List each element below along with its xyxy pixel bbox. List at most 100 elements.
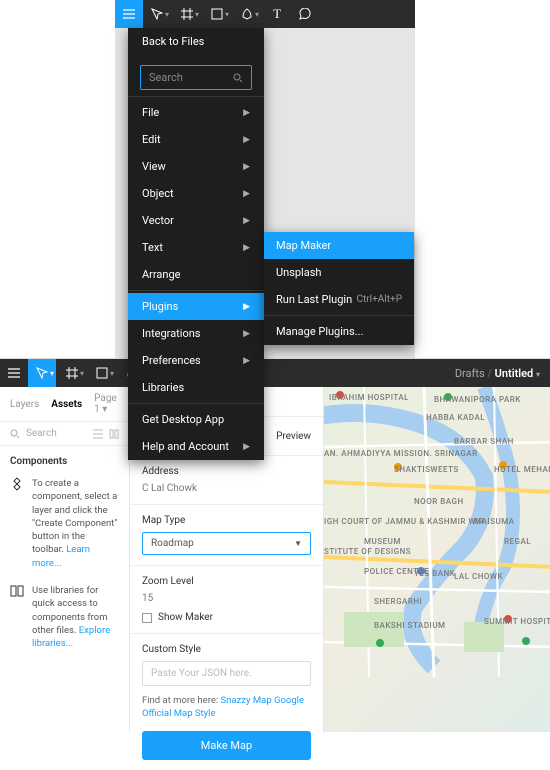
components-heading: Components <box>10 456 119 467</box>
map-preview[interactable]: Ibrahim Hospital Bhawanipora Park HABBA KA… <box>324 387 550 732</box>
menu-object[interactable]: Object▶ <box>128 180 264 207</box>
menu-item-label: Edit <box>142 133 161 146</box>
menu-item-label: View <box>142 160 166 173</box>
chevron-down-icon: ▾ <box>165 10 169 19</box>
menu-edit[interactable]: Edit ▶ <box>128 126 264 153</box>
map-label: BARBAR SHAH <box>454 437 514 446</box>
menu-get-desktop-app[interactable]: Get Desktop App <box>128 406 264 433</box>
menu-view[interactable]: View ▶ <box>128 153 264 180</box>
list-view-icon[interactable] <box>93 429 103 439</box>
map-label: stitute Of Designs <box>324 547 411 556</box>
chevron-right-icon: ▶ <box>243 442 250 452</box>
search-placeholder: Search <box>26 428 57 439</box>
address-label: Address <box>142 466 311 477</box>
menu-search-placeholder: Search <box>149 71 183 84</box>
tab-assets[interactable]: Assets <box>51 399 82 410</box>
main-body: Layers Assets Page 1 ▾ Search Components <box>0 387 550 732</box>
assets-search[interactable]: Search <box>0 422 129 446</box>
components-help-1: To create a component, select a layer an… <box>10 477 119 570</box>
custom-style-label: Custom Style <box>142 644 311 655</box>
menu-text[interactable]: Text ▶ <box>128 234 264 261</box>
shortcut-label: Ctrl+Alt+P <box>357 294 402 305</box>
make-map-button[interactable]: Make Map <box>142 731 311 760</box>
menu-plugins[interactable]: Plugins ▶ <box>128 293 264 320</box>
breadcrumb[interactable]: Drafts / Untitled ▾ <box>455 367 550 380</box>
map-label: NOOR BAGH <box>414 497 464 506</box>
menu-search[interactable]: Search <box>140 65 252 90</box>
tab-layers[interactable]: Layers <box>10 399 39 410</box>
top-screenshot: ▾ ▾ ▾ ▾ T Back to Files Search File▶Edit… <box>0 0 550 358</box>
submenu-item-label: Map Maker <box>276 239 331 252</box>
map-label: LAL CHOWK <box>454 572 503 581</box>
chevron-right-icon: ▶ <box>243 216 250 226</box>
submenu-manage-plugins[interactable]: Manage Plugins... <box>264 318 414 345</box>
hamburger-menu[interactable] <box>0 359 28 387</box>
search-icon <box>233 73 243 83</box>
book-icon <box>10 584 24 650</box>
menu-back-to-files[interactable]: Back to Files <box>128 28 264 55</box>
map-label: Bakshi Stadium <box>374 621 446 630</box>
menu-preferences[interactable]: Preferences▶ <box>128 347 264 374</box>
menu-item-label: Integrations <box>142 327 200 340</box>
menu-item-label: Text <box>142 241 163 254</box>
map-label: Ibrahim Hospital <box>329 393 409 402</box>
map-label: SHERGARHI <box>374 597 422 606</box>
preview-label: Preview <box>276 431 311 442</box>
chevron-down-icon: ▾ <box>80 369 84 378</box>
menu-file[interactable]: File▶ <box>128 99 264 126</box>
map-label: Bhawanipora Park <box>434 395 521 404</box>
menu-arrange[interactable]: Arrange <box>128 261 264 288</box>
main-menu-dropdown: Back to Files Search File▶ Edit ▶ View ▶ Obje… <box>128 28 264 460</box>
component-icon <box>10 477 24 570</box>
maptype-select[interactable]: Roadmap ▼ <box>142 532 311 555</box>
comment-tool[interactable] <box>291 0 319 28</box>
plugins-submenu: Map Maker Unsplash Run Last Plugin Ctrl+… <box>264 232 414 345</box>
menu-libraries[interactable]: Libraries <box>128 374 264 401</box>
bottom-toolbar: ▾ ▾ ▾ ▾ T Drafts / Untitled ▾ <box>0 359 550 387</box>
chevron-right-icon: ▶ <box>243 243 250 253</box>
menu-integrations[interactable]: Integrations▶ <box>128 320 264 347</box>
page-dropdown[interactable]: Page 1 ▾ <box>94 393 119 415</box>
map-label: igh Court of Jammu & Kashmir Wir <box>324 517 484 526</box>
text-tool[interactable]: T <box>263 0 291 28</box>
menu-help-and-account[interactable]: Help and Account▶ <box>128 433 264 460</box>
breadcrumb-title: Untitled <box>495 367 534 380</box>
show-maker-checkbox[interactable]: Show Maker <box>142 612 311 623</box>
menu-item-label: Libraries <box>142 381 184 394</box>
address-value[interactable]: C Lal Chowk <box>142 483 311 494</box>
submenu-item-label: Run Last Plugin <box>276 293 352 306</box>
submenu-item-label: Manage Plugins... <box>276 325 363 338</box>
custom-style-help: Find at more here: Snazzy Map Google Off… <box>142 694 311 721</box>
library-icon[interactable] <box>109 429 119 439</box>
menu-vector[interactable]: Vector▶ <box>128 207 264 234</box>
chevron-right-icon: ▶ <box>243 302 250 312</box>
map-label: Summit Hospit <box>484 617 550 626</box>
map-label: HABBA KADAL <box>426 413 485 422</box>
menu-item-label: Object <box>142 187 174 200</box>
bottom-screenshot: ▾ ▾ ▾ ▾ T Drafts / Untitled ▾ <box>0 358 550 732</box>
breadcrumb-drafts: Drafts <box>455 367 485 380</box>
snazzy-map-link[interactable]: Snazzy Map <box>221 695 272 706</box>
zoom-value[interactable]: 15 <box>142 593 311 604</box>
map-label: Shaktisweets <box>394 465 459 474</box>
chevron-right-icon: ▶ <box>243 135 250 145</box>
map-label: REGAL <box>504 537 531 546</box>
zoom-label: Zoom Level <box>142 576 311 587</box>
chevron-down-icon: ▼ <box>294 539 302 548</box>
hamburger-menu[interactable] <box>115 0 143 28</box>
submenu-map-maker[interactable]: Map Maker <box>264 232 414 259</box>
chevron-down-icon: ▾ <box>255 10 259 19</box>
chevron-down-icon: ▾ <box>50 369 54 378</box>
map-label: YES Bank <box>414 569 455 578</box>
chevron-down-icon: ▾ <box>195 10 199 19</box>
chevron-right-icon: ▶ <box>243 162 250 172</box>
maptype-value: Roadmap <box>151 538 194 549</box>
submenu-run-last[interactable]: Run Last Plugin Ctrl+Alt+P <box>264 286 414 313</box>
panel-tabs: Layers Assets Page 1 ▾ <box>0 387 129 422</box>
submenu-unsplash[interactable]: Unsplash <box>264 259 414 286</box>
checkbox-box <box>142 613 152 623</box>
map-label: Museum <box>364 537 401 546</box>
chevron-down-icon: ▾ <box>225 10 229 19</box>
custom-style-input[interactable]: Paste Your JSON here. <box>142 661 311 686</box>
search-icon <box>10 429 20 439</box>
